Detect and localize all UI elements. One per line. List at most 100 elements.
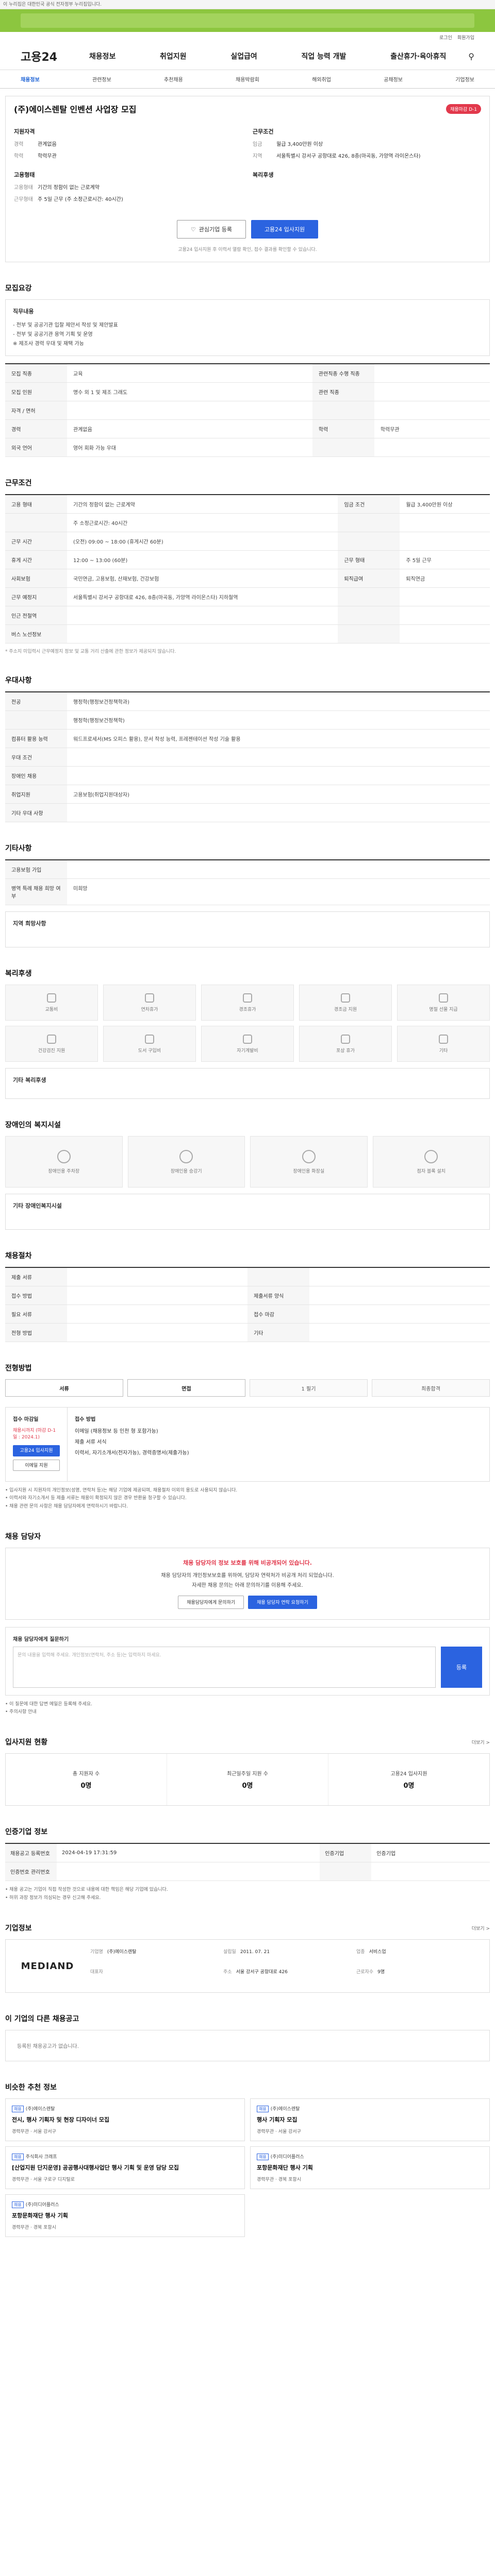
table-row: 채용공고 등록번호 2024-04-19 17:31:59 인증기업 인증기업 — [5, 1843, 490, 1863]
conditions-note: * 주소지 미입력시 근무예정지 정보 및 교통 거리 산출에 관한 정보가 제… — [5, 649, 176, 654]
subnav-item[interactable]: 기업정보 — [455, 75, 474, 83]
gnb-item-support[interactable]: 취업지원 — [160, 51, 187, 61]
email-apply-button[interactable]: 이메일 지원 — [13, 1460, 60, 1471]
gnb-menu: 채용정보 취업지원 실업급여 직업 능력 개발 출산휴가·육아휴직 — [67, 51, 468, 61]
table-row: 경력 관계없음 학력 학력무관 — [5, 419, 490, 438]
recruit-table: 모집 직종 교육 관련직종 수행 직종 모집 인원 명수 외 1 및 제조 그래도 관련… — [5, 363, 490, 457]
ask-manager-button[interactable]: 채용담당자에게 문의하기 — [178, 1595, 244, 1609]
more-link[interactable]: 더보기 > — [472, 1739, 490, 1745]
site-logo[interactable]: 고용24 — [21, 48, 67, 64]
table-row: 자격 / 면허 — [5, 401, 490, 420]
gnb-item-leave[interactable]: 출산휴가·육아휴직 — [390, 51, 446, 61]
subnav-item[interactable]: 해외취업 — [312, 75, 331, 83]
global-nav: 고용24 채용정보 취업지원 실업급여 직업 능력 개발 출산휴가·육아휴직 ⚲ — [0, 43, 495, 70]
table-row: 휴게 시간 12:00 ~ 13:00 (60분) 근무 형태 주 5일 근무 — [5, 550, 490, 569]
section-title: 비슷한 추천 정보 — [5, 2083, 57, 2092]
gnb-item-benefit[interactable]: 실업급여 — [230, 51, 257, 61]
signup-link[interactable]: 회원가입 — [457, 34, 474, 41]
promo-banner-inner — [21, 13, 474, 28]
subnav-item[interactable]: 공채정보 — [384, 75, 403, 83]
kv-key: 근무형태 — [14, 197, 33, 202]
stat-item: 최근일주일 지원 수 0명 — [167, 1754, 328, 1806]
welfare-item: 명절 선물 지급 — [397, 985, 490, 1021]
apply-button[interactable]: 고용24 입사지원 — [251, 220, 319, 239]
step-item: 1 필기 — [250, 1379, 368, 1397]
search-icon[interactable]: ⚲ — [468, 52, 474, 61]
kv-value: 학력무관 — [38, 154, 57, 159]
facility-item: 장애인용 화장실 — [250, 1136, 368, 1188]
desc-line: ※ 제조사 경력 우대 및 재택 가능 — [13, 341, 84, 347]
table-row: 필요 서류 접수 마감 — [5, 1304, 490, 1324]
section-title: 전형방법 — [5, 1364, 32, 1372]
other-table: 고용보험 가입 병역 특례 채용 희망 여부 미희망 — [5, 859, 490, 905]
overview-label: 지원자격 — [14, 128, 35, 135]
welfare-icon — [145, 993, 154, 1003]
question-textarea[interactable]: 문의 내용을 입력해 주세요. 개인정보(연락처, 주소 등)는 입력하지 마세… — [13, 1646, 436, 1688]
table-row: 주 소정근로시간: 40시간 — [5, 513, 490, 532]
subnav-item[interactable]: 관련정보 — [92, 75, 111, 83]
deadline-text: 채용시까지 (마감 D-1일 : 2024.1) — [13, 1428, 56, 1440]
deadline-badge: 채용마감 D-1 — [446, 104, 481, 114]
kv-value: 서울특별시 강서구 공항대로 426, 8층(마곡동, 가양역 라이온스타) — [276, 154, 421, 159]
facility-icon — [424, 1149, 438, 1163]
ask-box: 채용 담당자에게 질문하기 문의 내용을 입력해 주세요. 개인정보(연락처, … — [5, 1626, 490, 1696]
table-row: 근무 예정지 서울특별시 강서구 공항대로 426, 8층(마곡동, 가양역 라이… — [5, 587, 490, 606]
table-row: 우대 조건 — [5, 748, 490, 767]
company-logo: MEDIAND — [21, 1960, 74, 1972]
table-row: 장애인 채용 — [5, 766, 490, 785]
recommend-card[interactable]: 채용 (주)에이스렌탈 전시, 행사 기획자 및 현장 디자이너 모집 경력무관 … — [5, 2098, 245, 2142]
table-row: 버스 노선정보 — [5, 624, 490, 643]
subnav-item[interactable]: 채용정보 — [21, 75, 40, 83]
submit-question-button[interactable]: 등록 — [441, 1646, 482, 1688]
meta-notes: • 채용 공고는 기업이 직접 작성한 것으로 내용에 대한 책임은 해당 기업… — [5, 1887, 168, 1901]
section-title: 입사지원 현황 — [5, 1738, 48, 1747]
desc-line: - 전부 및 공공기관 용역 기획 및 운영 — [13, 332, 93, 337]
empty-state: 등록된 채용공고가 없습니다. — [5, 2030, 490, 2062]
recommend-card[interactable]: 채용 (주)미디어플러스 포항문화재단 행사 기획 경력무관 · 경북 포항시 — [250, 2146, 490, 2190]
ask-notes: • 이 질문에 대한 답변 메일은 등록해 주세요. • 주의사항 안내 — [5, 1701, 92, 1715]
content: (주)에이스렌탈 인벤션 사업장 모집 채용마감 D-1 지원자격 경력 관계없음… — [0, 96, 495, 2258]
section-title: 인증기업 정보 — [5, 1828, 48, 1837]
facility-icon — [179, 1149, 193, 1163]
gov-banner: 이 누리집은 대한민국 공식 전자정부 누리집입니다. — [0, 0, 495, 9]
section-title: 기업정보 — [5, 1924, 32, 1933]
welfare-item: 도서 구입비 — [103, 1026, 196, 1062]
table-row: 인근 전철역 — [5, 606, 490, 625]
gnb-item-training[interactable]: 직업 능력 개발 — [301, 51, 346, 61]
recommend-grid: 채용 (주)에이스렌탈 전시, 행사 기획자 및 현장 디자이너 모집 경력무관 … — [5, 2098, 490, 2238]
interest-button[interactable]: ♡ 관심기업 등록 — [176, 220, 246, 239]
promo-banner[interactable] — [0, 9, 495, 32]
facility-detail: 기타 장애인복지시설 — [5, 1194, 490, 1230]
meta-table: 채용공고 등록번호 2024-04-19 17:31:59 인증기업 인증기업 인증번… — [5, 1843, 490, 1882]
preference-table: 전공 행정학(행정보건정책학과) 행정학(행정보건정책학) 컴퓨터 활용 능력 워드… — [5, 691, 490, 822]
recommend-card[interactable]: 채용 주식회사 크래프 [산업지원 단지운영] 공공행사대행사업단 행사 기획 및… — [5, 2146, 245, 2190]
subnav-item[interactable]: 채용박람회 — [236, 75, 259, 83]
section-title: 복리후생 — [5, 970, 32, 978]
section-title: 우대사항 — [5, 676, 32, 685]
welfare-icon — [47, 1034, 56, 1044]
subnav-item[interactable]: 추천채용 — [164, 75, 183, 83]
facility-item: 장애인용 승강기 — [127, 1136, 245, 1188]
box-heading: 직무내용 — [13, 308, 34, 315]
table-row: 외국 언어 영어 회화 가능 우대 — [5, 438, 490, 457]
welfare-item: 경조금 지원 — [299, 985, 392, 1021]
apply-note: 고용24 입사지원 후 이력서 열람 확인, 접수 결과를 확인할 수 있습니다… — [178, 247, 317, 252]
kv-key: 임금 — [253, 142, 262, 147]
login-link[interactable]: 로그인 — [439, 34, 452, 41]
kv-value: 기간의 정함이 없는 근로계약 — [38, 185, 100, 191]
welfare-icon — [439, 993, 448, 1003]
table-row: 행정학(행정보건정책학) — [5, 710, 490, 730]
gnb-item-jobs[interactable]: 채용정보 — [89, 51, 116, 61]
job-summary: (주)에이스렌탈 인벤션 사업장 모집 채용마감 D-1 지원자격 경력 관계없음… — [5, 96, 490, 262]
table-row: 기타 우대 사항 — [5, 803, 490, 822]
job-title: (주)에이스렌탈 인벤션 사업장 모집 — [14, 105, 137, 114]
request-contact-button[interactable]: 채용 담당자 연락 요청하기 — [248, 1595, 317, 1609]
apply-button-small[interactable]: 고용24 입사지원 — [13, 1445, 60, 1456]
recommend-card[interactable]: 채용 (주)에이스렌탈 행사 기획자 모집 경력무관 · 서울 강서구 — [250, 2098, 490, 2142]
step-item: 면접 — [127, 1379, 245, 1397]
kv-key: 지역 — [253, 154, 262, 159]
more-link[interactable]: 더보기 > — [472, 1925, 490, 1931]
welfare-item: 자기계발비 — [201, 1026, 294, 1062]
recommend-card[interactable]: 채용 (주)미디어플러스 포항문화재단 행사 기획 경력무관 · 경북 포항시 — [5, 2194, 245, 2238]
apply-bullets: • 입사지원 시 지원자의 개인정보(성명, 연락처 등)는 해당 기업에 제공… — [5, 1488, 238, 1509]
